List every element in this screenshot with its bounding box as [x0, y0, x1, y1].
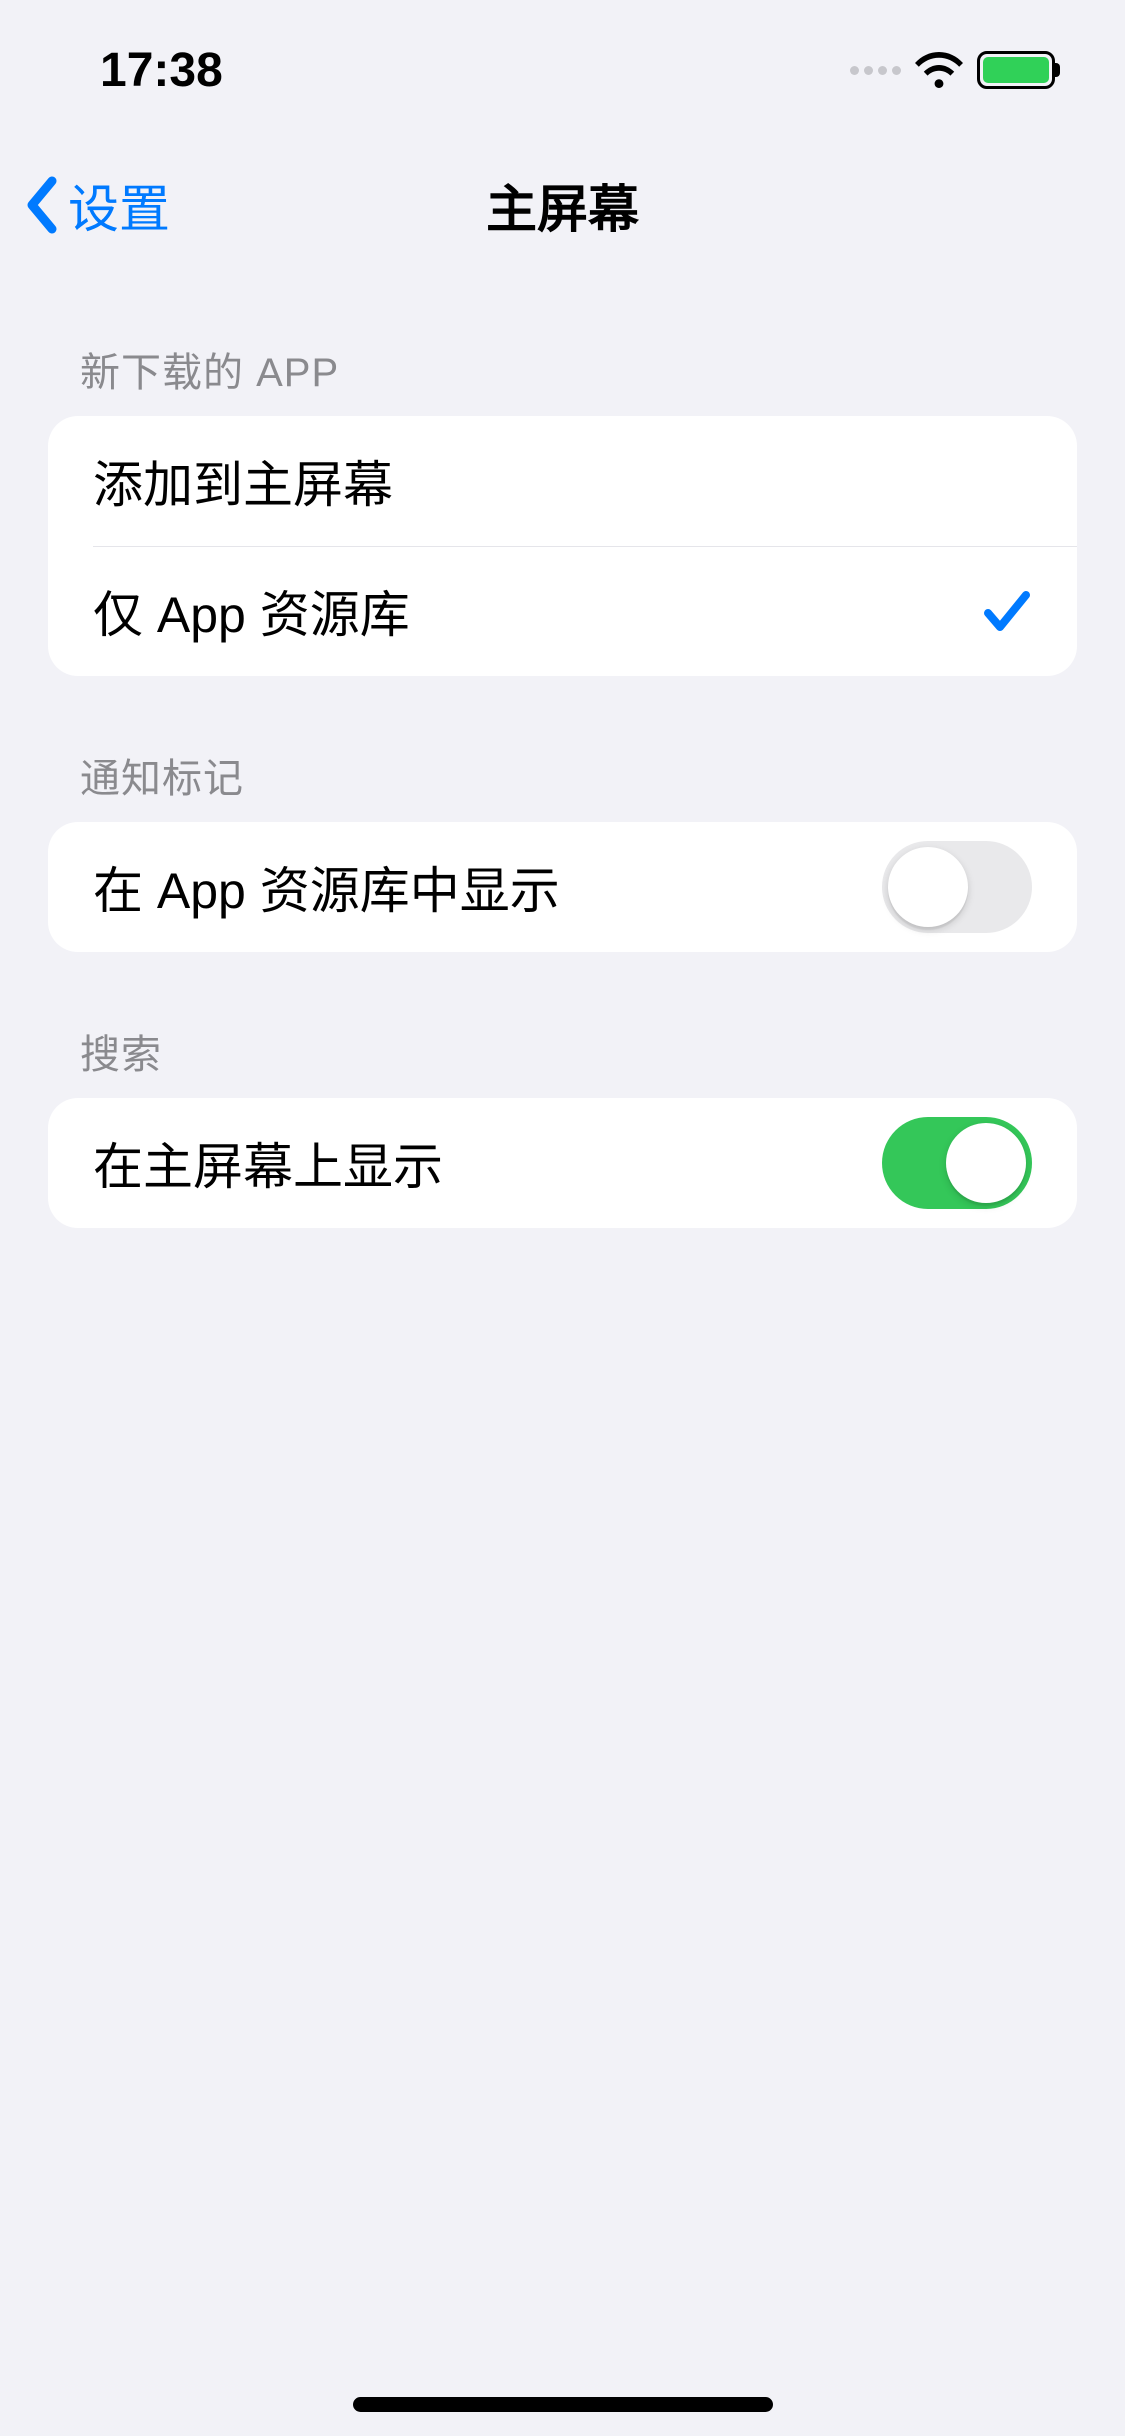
row-show-on-home: 在主屏幕上显示: [48, 1098, 1077, 1228]
option-label: 仅 App 资源库: [93, 575, 410, 647]
toggle-show-in-app-library[interactable]: [882, 841, 1032, 933]
battery-icon: [977, 51, 1055, 89]
group-badges: 在 App 资源库中显示: [48, 822, 1077, 952]
row-show-in-app-library: 在 App 资源库中显示: [48, 822, 1077, 952]
section-header-new-apps: 新下载的 APP: [48, 270, 1077, 416]
status-bar: 17:38: [0, 0, 1125, 140]
cellular-dots-icon: [850, 66, 901, 75]
home-indicator[interactable]: [353, 2397, 773, 2412]
back-label: 设置: [68, 168, 170, 242]
group-search: 在主屏幕上显示: [48, 1098, 1077, 1228]
toggle-label: 在 App 资源库中显示: [93, 851, 560, 923]
option-add-to-home[interactable]: 添加到主屏幕: [48, 416, 1077, 546]
chevron-left-icon: [24, 175, 60, 235]
group-new-apps: 添加到主屏幕 仅 App 资源库: [48, 416, 1077, 676]
section-header-badges: 通知标记: [48, 676, 1077, 822]
option-label: 添加到主屏幕: [93, 445, 393, 517]
navigation-bar: 设置 主屏幕: [0, 140, 1125, 270]
checkmark-icon: [982, 587, 1032, 635]
toggle-label: 在主屏幕上显示: [93, 1127, 443, 1199]
section-header-search: 搜索: [48, 952, 1077, 1098]
option-app-library-only[interactable]: 仅 App 资源库: [48, 546, 1077, 676]
page-title: 主屏幕: [486, 168, 639, 242]
back-button[interactable]: 设置: [24, 168, 170, 242]
toggle-show-on-home[interactable]: [882, 1117, 1032, 1209]
wifi-icon: [915, 52, 963, 88]
status-time: 17:38: [100, 43, 223, 98]
status-indicators: [850, 51, 1055, 89]
